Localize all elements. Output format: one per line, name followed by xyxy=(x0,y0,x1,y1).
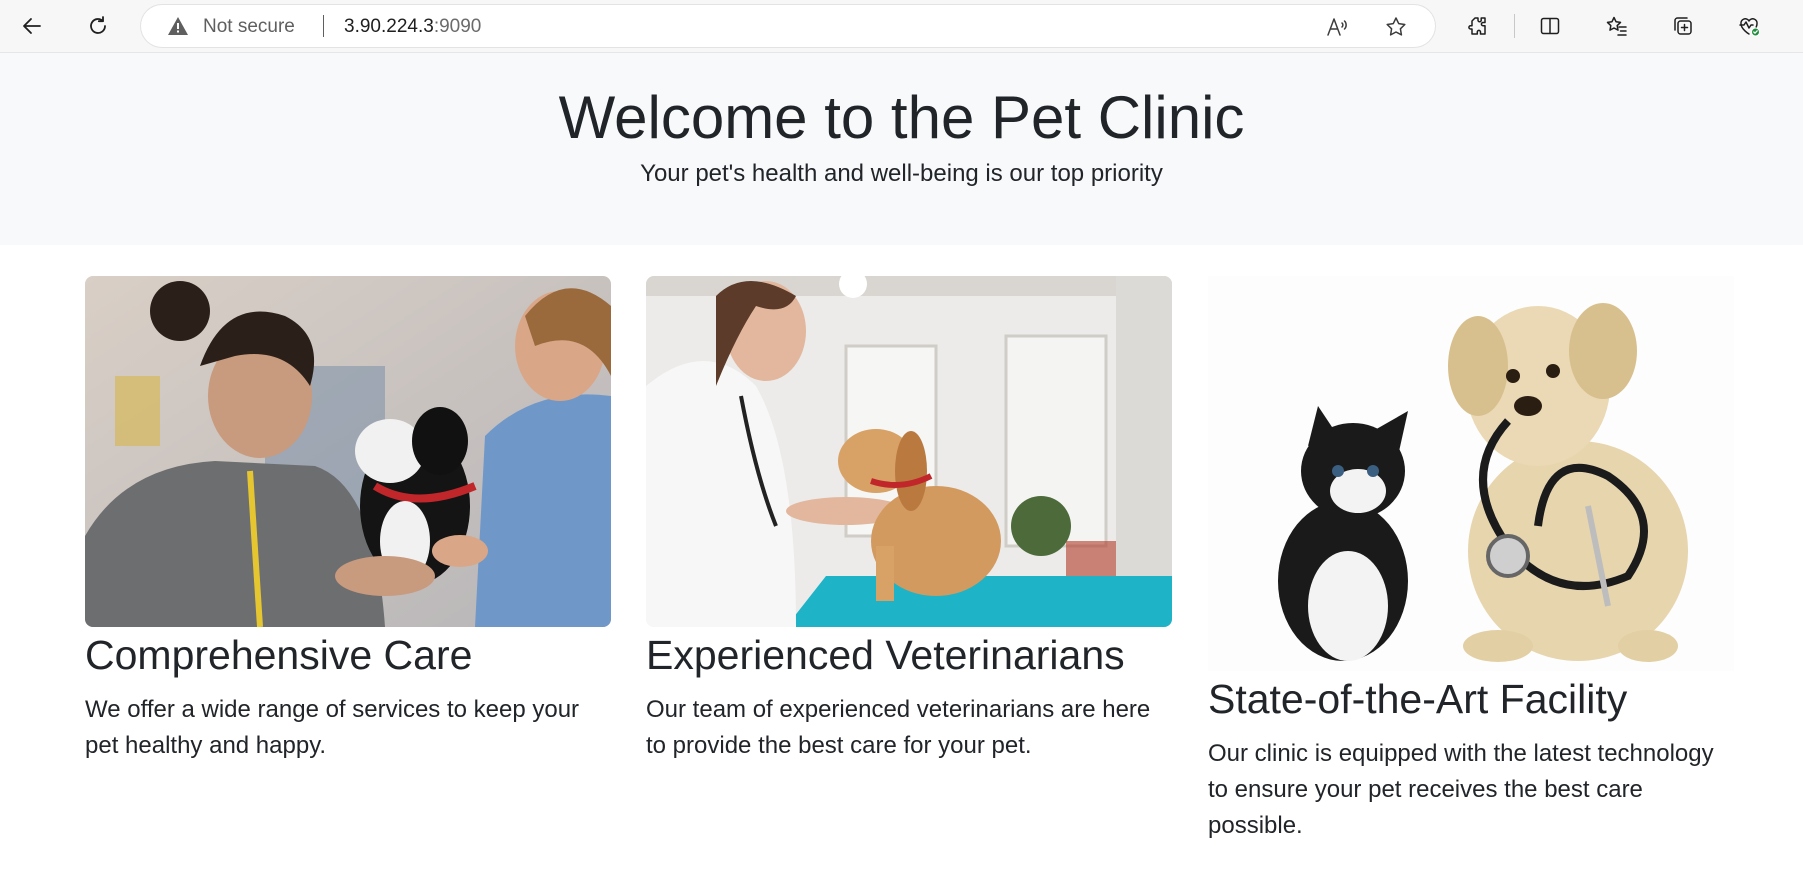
browser-health-icon[interactable] xyxy=(1731,8,1767,44)
split-screen-icon[interactable] xyxy=(1532,8,1568,44)
url-host: 3.90.224.3 xyxy=(344,16,434,37)
url-port: :9090 xyxy=(433,16,482,37)
browser-toolbar: Not secure 3.90.224.3:9090 xyxy=(0,0,1803,53)
warning-icon[interactable] xyxy=(167,16,189,36)
vet-examining-dog-photo xyxy=(646,276,1172,627)
card-comprehensive-care: Comprehensive Care We offer a wide range… xyxy=(85,276,611,764)
vet-with-dog-photo xyxy=(85,276,611,627)
card-title: State-of-the-Art Facility xyxy=(1208,676,1628,722)
card-state-of-the-art-facility: State-of-the-Art Facility Our clinic is … xyxy=(1208,276,1734,844)
read-aloud-icon[interactable] xyxy=(1324,14,1350,40)
card-title: Experienced Veterinarians xyxy=(646,632,1125,678)
extensions-icon[interactable] xyxy=(1460,8,1496,44)
address-separator xyxy=(323,15,324,37)
security-label[interactable]: Not secure xyxy=(203,16,295,38)
card-text: Our team of experienced veterinarians ar… xyxy=(646,696,1151,760)
star-icon[interactable] xyxy=(1383,14,1409,40)
address-bar[interactable]: Not secure 3.90.224.3:9090 xyxy=(141,5,1435,47)
hero-banner: Welcome to the Pet Clinic Your pet's hea… xyxy=(0,53,1803,245)
kitten-and-puppy-photo xyxy=(1208,276,1734,671)
page-subtitle: Your pet's health and well-being is our … xyxy=(640,160,1163,187)
page-title: Welcome to the Pet Clinic xyxy=(558,84,1245,151)
back-arrow-icon[interactable] xyxy=(14,8,50,44)
refresh-icon[interactable] xyxy=(80,8,116,44)
favorites-icon[interactable] xyxy=(1599,8,1635,44)
card-title: Comprehensive Care xyxy=(85,632,473,678)
toolbar-divider xyxy=(1514,14,1515,38)
url-text[interactable]: 3.90.224.3:9090 xyxy=(344,16,481,38)
card-text: Our clinic is equipped with the latest t… xyxy=(1208,740,1714,840)
card-experienced-veterinarians: Experienced Veterinarians Our team of ex… xyxy=(646,276,1172,764)
collections-icon[interactable] xyxy=(1665,8,1701,44)
card-text: We offer a wide range of services to kee… xyxy=(85,696,580,760)
